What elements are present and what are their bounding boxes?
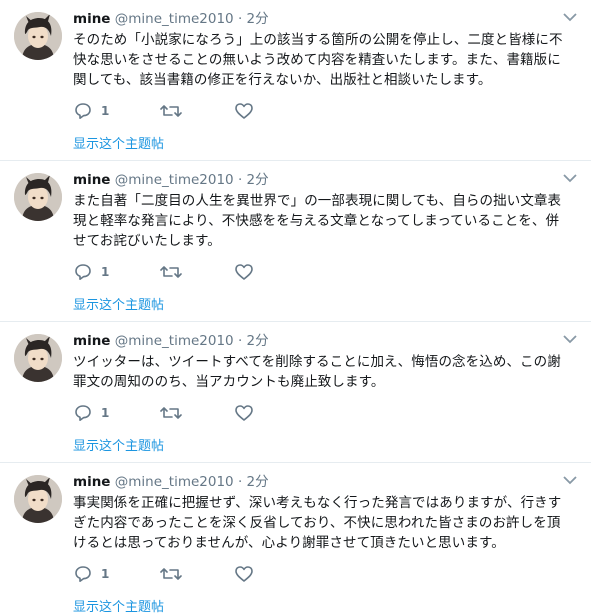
reply-button[interactable]: 1 (74, 564, 109, 584)
display-name[interactable]: mine (73, 11, 110, 27)
tweet[interactable]: mine @mine_time2010 · 2分 また自著「二度目の人生を異世界… (0, 161, 591, 322)
reply-icon (75, 264, 91, 280)
retweet-button[interactable] (160, 564, 182, 584)
tweet-text: ツイッターは、ツイートすべてを削除することに加え、悔悟の念を込め、この謝 罪文の… (73, 354, 561, 390)
reply-button[interactable]: 1 (74, 101, 109, 121)
avatar-portrait-icon (14, 475, 62, 523)
chevron-down-icon[interactable] (563, 334, 577, 346)
separator-dot: · (237, 11, 243, 27)
like-button[interactable] (234, 101, 254, 121)
avatar[interactable] (14, 334, 62, 382)
tweet-text: また自著「二度目の人生を異世界で」の一部表現に関しても、自らの拙い文章表 現と軽… (73, 193, 562, 249)
user-handle[interactable]: @mine_time2010 (115, 474, 234, 490)
retweet-icon (160, 568, 182, 580)
timestamp[interactable]: 2分 (247, 474, 269, 490)
separator-dot: · (237, 474, 243, 490)
timestamp[interactable]: 2分 (247, 172, 269, 188)
display-name[interactable]: mine (73, 172, 110, 188)
retweet-icon (160, 105, 182, 117)
user-handle[interactable]: @mine_time2010 (115, 11, 234, 27)
user-handle[interactable]: @mine_time2010 (115, 333, 234, 349)
show-thread-link[interactable]: 显示这个主题帖 (73, 435, 164, 454)
tweet-header: mine @mine_time2010 · 2分 (73, 332, 269, 350)
avatar-portrait-icon (14, 334, 62, 382)
reply-count: 1 (101, 265, 110, 279)
like-button[interactable] (234, 403, 254, 423)
timestamp[interactable]: 2分 (247, 333, 269, 349)
retweet-button[interactable] (160, 403, 182, 423)
reply-icon (75, 566, 91, 582)
retweet-icon (160, 266, 182, 278)
heart-icon (235, 566, 253, 582)
tweet-text: 事実関係を正確に把握せず、深い考えもなく行った発言ではありますが、行きす ぎた内… (73, 495, 562, 551)
tweet-header: mine @mine_time2010 · 2分 (73, 171, 269, 189)
tweet-text: そのため「小説家になろう」上の該当する箇所の公開を停止し、二度と皆様に不 快な思… (73, 32, 563, 88)
avatar-portrait-icon (14, 173, 62, 221)
tweet[interactable]: mine @mine_time2010 · 2分 ツイッターは、ツイートすべてを… (0, 322, 591, 463)
like-button[interactable] (234, 564, 254, 584)
reply-count: 1 (101, 104, 110, 118)
separator-dot: · (237, 172, 243, 188)
avatar[interactable] (14, 475, 62, 523)
retweet-icon (160, 407, 182, 419)
avatar[interactable] (14, 12, 62, 60)
like-button[interactable] (234, 262, 254, 282)
reply-icon (75, 103, 91, 119)
tweet-feed: mine @mine_time2010 · 2分 そのため「小説家になろう」上の… (0, 0, 597, 615)
tweet[interactable]: mine @mine_time2010 · 2分 事実関係を正確に把握せず、深い… (0, 463, 591, 615)
separator-dot: · (237, 333, 243, 349)
tweet[interactable]: mine @mine_time2010 · 2分 そのため「小説家になろう」上の… (0, 0, 591, 161)
reply-icon (75, 405, 91, 421)
avatar-portrait-icon (14, 12, 62, 60)
chevron-down-icon[interactable] (563, 475, 577, 487)
chevron-down-icon[interactable] (563, 173, 577, 185)
user-handle[interactable]: @mine_time2010 (115, 172, 234, 188)
retweet-button[interactable] (160, 101, 182, 121)
chevron-down-icon[interactable] (563, 12, 577, 24)
retweet-button[interactable] (160, 262, 182, 282)
avatar[interactable] (14, 173, 62, 221)
heart-icon (235, 264, 253, 280)
reply-count: 1 (101, 406, 110, 420)
show-thread-link[interactable]: 显示这个主题帖 (73, 596, 164, 615)
tweet-header: mine @mine_time2010 · 2分 (73, 473, 269, 491)
heart-icon (235, 103, 253, 119)
reply-button[interactable]: 1 (74, 262, 109, 282)
reply-count: 1 (101, 567, 110, 581)
reply-button[interactable]: 1 (74, 403, 109, 423)
display-name[interactable]: mine (73, 333, 110, 349)
show-thread-link[interactable]: 显示这个主题帖 (73, 294, 164, 313)
tweet-header: mine @mine_time2010 · 2分 (73, 10, 269, 28)
display-name[interactable]: mine (73, 474, 110, 490)
timestamp[interactable]: 2分 (247, 11, 269, 27)
heart-icon (235, 405, 253, 421)
show-thread-link[interactable]: 显示这个主题帖 (73, 133, 164, 152)
